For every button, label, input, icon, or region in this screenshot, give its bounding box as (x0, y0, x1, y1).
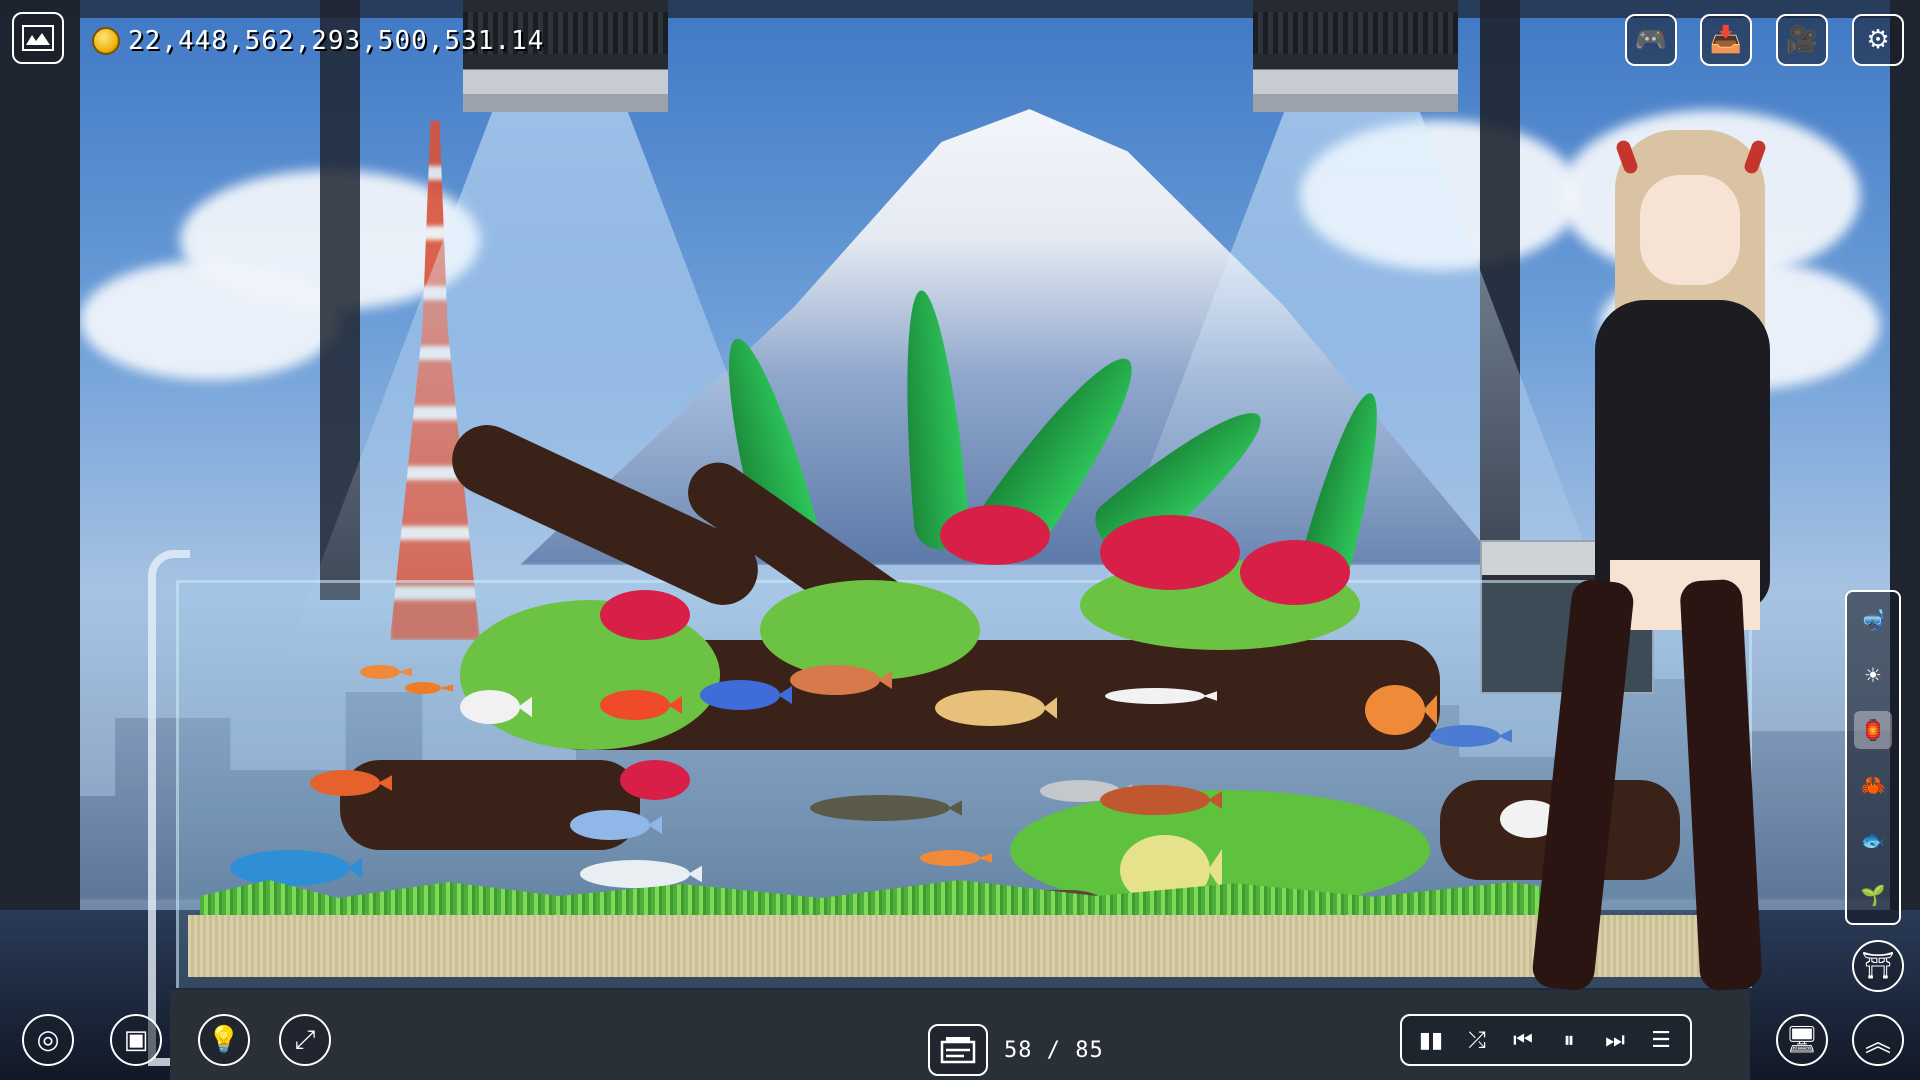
tank-list-button[interactable] (928, 1024, 988, 1076)
skip-forward-icon: ⏭ (1605, 1027, 1625, 1053)
red-plant (940, 505, 1050, 565)
fish (935, 690, 1045, 726)
inbox-button[interactable]: 📥 (1700, 14, 1752, 66)
fish (1430, 725, 1500, 747)
fish (580, 860, 690, 888)
red-plant (620, 760, 690, 800)
character-face (1640, 175, 1740, 285)
currency-display: 22,448,562,293,500,531.14 (92, 20, 544, 62)
pause-button[interactable]: ⏸ (1549, 1020, 1589, 1060)
settings-button[interactable]: ⚙ (1852, 14, 1904, 66)
fish (1105, 688, 1205, 704)
shuffle-icon: ⤮ (1468, 1027, 1486, 1053)
shutter-button[interactable]: ◎ (22, 1014, 74, 1066)
playlist-button[interactable]: ☰ (1641, 1020, 1681, 1060)
expand-up-button[interactable]: ︽ (1852, 1014, 1904, 1066)
moss (760, 580, 980, 680)
double-chevron-up-icon: ︽ (1864, 1027, 1891, 1058)
fish (920, 850, 980, 866)
next-button[interactable]: ⏭ (1595, 1020, 1635, 1060)
light-button[interactable]: 💡 (198, 1014, 250, 1066)
coin-icon (92, 27, 120, 55)
fish (230, 850, 350, 886)
fish-count-value: 58 / 85 (1004, 1037, 1104, 1063)
light-bulb-icon: 💡 (207, 1025, 241, 1055)
sun-icon: ☀ (1864, 662, 1882, 687)
fish (460, 690, 520, 724)
aperture-icon: ◎ (36, 1025, 60, 1055)
equalizer-button[interactable]: ▮▮ (1411, 1020, 1451, 1060)
fish (310, 770, 380, 796)
side-sun[interactable]: ☀ (1854, 656, 1892, 694)
red-plant (1240, 540, 1350, 605)
display-button[interactable]: 🖥 (1776, 1014, 1828, 1066)
side-creature[interactable]: 🦀 (1854, 766, 1892, 804)
side-plants[interactable]: 🌱 (1854, 876, 1892, 914)
aquarium-lamp (1253, 0, 1458, 112)
camera-button[interactable]: 🎥 (1776, 14, 1828, 66)
equalizer-icon: ▮▮ (1418, 1027, 1444, 1053)
red-plant (1100, 515, 1240, 590)
camera-icon: 🎥 (1785, 25, 1819, 55)
fullscreen-button[interactable]: ⤢ (279, 1014, 331, 1066)
creature-icon: 🦀 (1860, 773, 1886, 798)
pause-icon: ⏸ (1563, 1027, 1575, 1053)
temple-icon: ⛩ (1861, 951, 1895, 981)
playlist-icon: ☰ (1651, 1027, 1671, 1053)
fish (700, 680, 780, 710)
tank-list-icon (940, 1037, 976, 1064)
diver-icon: 🤿 (1860, 607, 1886, 632)
side-fish[interactable]: 🐟 (1854, 821, 1892, 859)
plant-icon: 🌱 (1860, 883, 1886, 908)
gamepad-button[interactable]: 🎮 (1625, 14, 1677, 66)
fish (600, 690, 670, 720)
inflow-pipe (148, 550, 190, 1066)
fish (810, 795, 950, 821)
fish-icon: 🐟 (1860, 828, 1886, 853)
fish (405, 682, 441, 694)
fish (360, 665, 400, 679)
upgrade-button[interactable]: ⛩ (1852, 940, 1904, 992)
skip-back-icon: ⏮ (1513, 1027, 1533, 1053)
aquarium-logo-icon (22, 25, 54, 51)
currency-value: 22,448,562,293,500,531.14 (128, 26, 545, 56)
sand-substrate (188, 915, 1738, 977)
gamepad-icon: 🎮 (1634, 25, 1668, 55)
fish (1100, 785, 1210, 815)
fish-counter: 58 / 85 (928, 1024, 1104, 1076)
cloud (80, 260, 340, 380)
red-plant (600, 590, 690, 640)
music-controls: ▮▮ ⤮ ⏮ ⏸ ⏭ ☰ (1400, 1014, 1692, 1066)
fish (1365, 685, 1425, 735)
expand-icon: ⤢ (294, 1024, 316, 1055)
image-edit-icon: ▣ (123, 1025, 149, 1055)
shuffle-button[interactable]: ⤮ (1457, 1020, 1497, 1060)
side-fish-store[interactable]: 🤿 (1854, 601, 1892, 639)
game-scene (0, 0, 1920, 1080)
decor-icon: 🏮 (1860, 717, 1886, 742)
aquarium-icon[interactable] (12, 12, 64, 64)
previous-button[interactable]: ⏮ (1503, 1020, 1543, 1060)
fish (790, 665, 880, 695)
gear-icon: ⚙ (1866, 25, 1890, 55)
fish (570, 810, 650, 840)
gallery-button[interactable]: ▣ (110, 1014, 162, 1066)
monitor-icon: 🖥 (1785, 1025, 1819, 1055)
side-decor[interactable]: 🏮 (1854, 710, 1892, 749)
inbox-download-icon: 📥 (1709, 25, 1743, 55)
side-panel: 🤿 ☀ 🏮 🦀 🐟 🌱 (1845, 590, 1901, 925)
